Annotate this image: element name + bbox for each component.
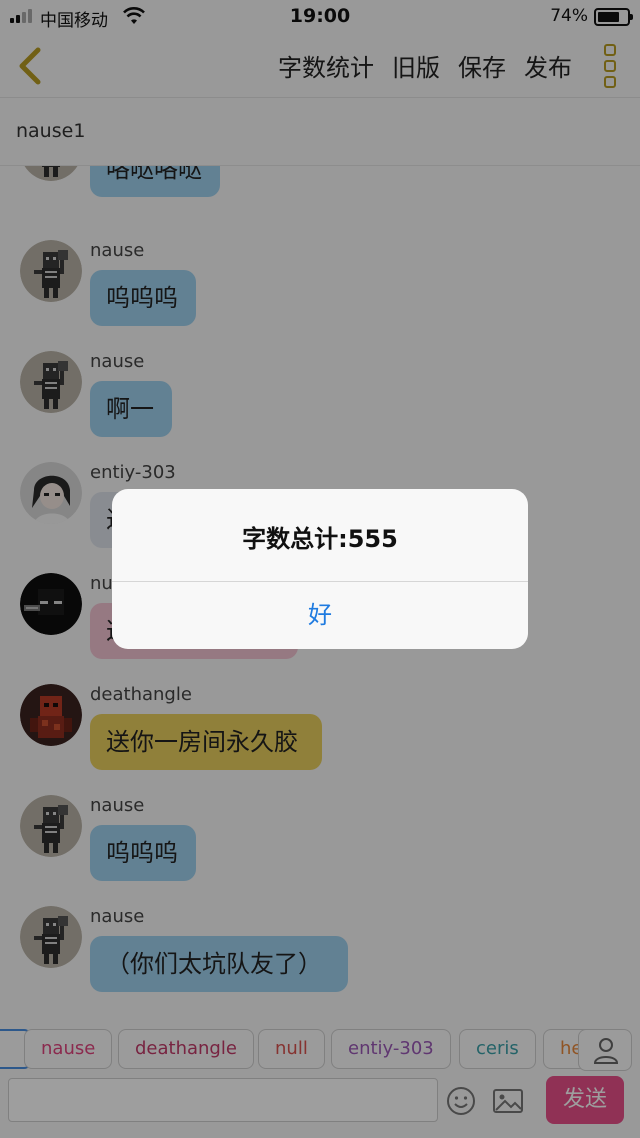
- alert-ok-button[interactable]: 好: [112, 582, 528, 649]
- alert-message: 字数总计:555: [242, 525, 398, 553]
- alert-dialog: 字数总计:555 好: [112, 489, 528, 649]
